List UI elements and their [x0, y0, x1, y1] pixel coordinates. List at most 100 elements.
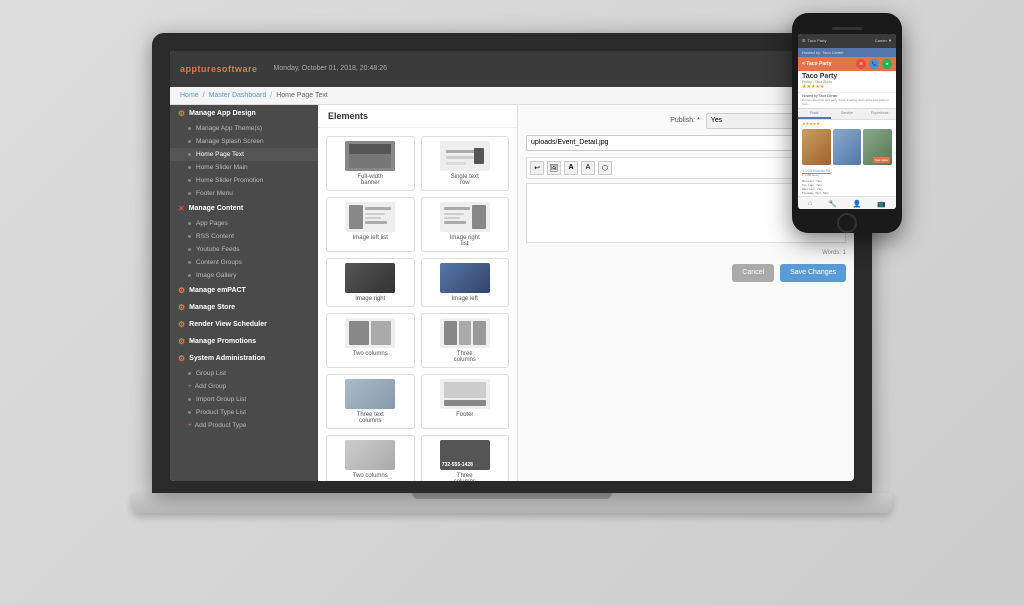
laptop-screen-bezel: appturesoftware Monday, October 01, 2018…: [152, 33, 872, 493]
breadcrumb: Home / Master Dashboard / Home Page Text: [170, 87, 854, 105]
phone-distance: 1.7456 away: [802, 173, 892, 177]
element-imgleft-icon: [440, 263, 490, 293]
sidebar-item-image-gallery[interactable]: Image Gallery: [170, 269, 318, 282]
element-threecol[interactable]: Threecolumns: [421, 313, 510, 368]
sidebar-item-product-type[interactable]: Product Type List: [170, 406, 318, 419]
element-threetextcol[interactable]: Three textcolumns: [326, 374, 415, 429]
element-singletext[interactable]: Single textrow: [421, 136, 510, 191]
sidebar-item-app-pages[interactable]: App Pages: [170, 217, 318, 230]
toolbar-link[interactable]: ⬡: [598, 161, 612, 175]
phone-tab-service[interactable]: Service: [831, 109, 864, 119]
content-area: Elements: [318, 105, 854, 481]
element-fullwidth[interactable]: Full-widthbanner: [326, 136, 415, 191]
element-footer[interactable]: Footer: [421, 374, 510, 429]
main-content: Elements: [318, 105, 854, 481]
sidebar-item-add-group[interactable]: + Add Group: [170, 380, 318, 393]
phone-img-experience: See more: [863, 129, 892, 165]
sidebar-section-promotions[interactable]: ⚙ Manage Promotions: [170, 333, 318, 350]
element-footer-label: Footer: [456, 412, 473, 418]
sidebar-section-store[interactable]: ⚙ Manage Store: [170, 299, 318, 316]
element-twocol2[interactable]: Two columns: [326, 435, 415, 481]
sidebar-item-footer-menu[interactable]: Footer Menu: [170, 187, 318, 200]
phone-nav-person[interactable]: 👤: [853, 200, 862, 208]
phone-back-bar[interactable]: < Taco Party ✉ 📞 ★: [798, 57, 896, 71]
sidebar-item-youtube[interactable]: Youtube Feeds: [170, 243, 318, 256]
toolbar-bold[interactable]: A: [564, 161, 578, 175]
sidebar-item-homepage[interactable]: Home Page Text: [170, 148, 318, 161]
phone-tabs: Food Service Experience: [798, 108, 896, 120]
phone-event-section: Taco Party Friday - Taco Spots ★★★★★: [798, 71, 896, 92]
phone-nav-wrench[interactable]: 🔧: [828, 200, 837, 208]
element-twocol[interactable]: Two columns: [326, 313, 415, 368]
phone-address-section: 1,234 Burrito St. 1.7456 away: [798, 167, 896, 178]
phone-hours-thu: Thursday: 7am - 8am: [802, 191, 892, 195]
phone-stars: ★★★★★: [802, 84, 892, 90]
elements-panel-title: Elements: [318, 105, 517, 128]
breadcrumb-home[interactable]: Home: [180, 92, 199, 99]
element-imgrightlist-icon: [440, 202, 490, 232]
phone-action-btn2[interactable]: 📞: [869, 59, 879, 69]
phone-description-section: Hosted by Taco Center Content about the …: [798, 92, 896, 108]
sidebar-item-splash[interactable]: Manage Splash Screen: [170, 135, 318, 148]
sidebar-section-promo-label: Manage Promotions: [189, 338, 256, 345]
phone-status-bar: ☰ Taco Party Carrier ▼: [798, 34, 896, 48]
sidebar-item-slider-promo[interactable]: Home Slider Promotion: [170, 174, 318, 187]
phone-title-text: Taco Party: [808, 38, 827, 43]
breadcrumb-dashboard[interactable]: Master Dashboard: [209, 92, 267, 99]
header-datetime: Monday, October 01, 2018, 20:48:26: [274, 65, 388, 72]
phone-hosted-label: Hosted by: Taco Center: [802, 50, 892, 55]
phone-tab-food[interactable]: Food: [798, 109, 831, 119]
element-imgrightlist-label: Image rightlist: [450, 235, 480, 247]
element-threecol2[interactable]: 732-555-1428 Threecolumns: [421, 435, 510, 481]
phone-nav-tv[interactable]: 📺: [877, 200, 886, 208]
element-footer-icon: [440, 379, 490, 409]
element-imgright-icon: [345, 263, 395, 293]
element-imgleft[interactable]: Image left: [421, 258, 510, 307]
sidebar-item-add-product[interactable]: + Add Product Type: [170, 419, 318, 432]
phone-action-btn3[interactable]: ★: [882, 59, 892, 69]
phone-action-btn1[interactable]: ✉: [856, 59, 866, 69]
phone-bezel: ☰ Taco Party Carrier ▼ Hosted by: Taco C…: [792, 13, 902, 233]
sidebar-item-group-list[interactable]: Group List: [170, 367, 318, 380]
phone-bottom-nav: ⌂ 🔧 👤 📺: [798, 196, 896, 208]
logo-text: appturesoftware: [180, 64, 258, 74]
sidebar-section-scheduler[interactable]: ⚙ Render View Scheduler: [170, 316, 318, 333]
cancel-button[interactable]: Cancel: [732, 264, 774, 282]
phone-rating-stars: ★★★★★: [802, 121, 820, 126]
toolbar-text[interactable]: A: [581, 161, 595, 175]
phone-tab-experience[interactable]: Experience: [863, 109, 896, 119]
phone-hours-section: Mon Lam - 7am Tue: Lam - 7am Wed: Lam - …: [798, 178, 896, 197]
sidebar-section-store-label: Manage Store: [189, 304, 235, 311]
element-imgrightlist[interactable]: Image rightlist: [421, 197, 510, 252]
sidebar-section-admin-label: System Administration: [189, 355, 265, 362]
element-singletext-label: Single textrow: [451, 174, 479, 186]
laptop: appturesoftware Monday, October 01, 2018…: [102, 33, 922, 573]
phone-home-button[interactable]: [837, 213, 857, 233]
sidebar-section-content[interactable]: ✕ Manage Content: [170, 200, 318, 217]
see-more-button[interactable]: See more: [873, 157, 890, 163]
sidebar-item-theme[interactable]: Manage App Theme(s): [170, 122, 318, 135]
save-button[interactable]: Save Changes: [780, 264, 846, 282]
element-imgleftlist[interactable]: Image left list: [326, 197, 415, 252]
sidebar-item-content-groups[interactable]: Content Groups: [170, 256, 318, 269]
sidebar-item-rss[interactable]: RSS Content: [170, 230, 318, 243]
file-input[interactable]: [526, 135, 828, 151]
phone-overlay: ☰ Taco Party Carrier ▼ Hosted by: Taco C…: [792, 13, 912, 253]
sidebar-item-import-group[interactable]: Import Group List: [170, 393, 318, 406]
element-imgright[interactable]: Image right: [326, 258, 415, 307]
sidebar-item-slider-main[interactable]: Home Slider Main: [170, 161, 318, 174]
phone-img-food: [802, 129, 831, 165]
element-imgright-label: Image right: [355, 296, 385, 302]
phone-hosted-by2-text: Hosted by Taco Center: [802, 94, 838, 98]
phone-nav-home[interactable]: ⌂: [808, 200, 812, 207]
sidebar-section-empact[interactable]: ⚙ Manage emPACT: [170, 282, 318, 299]
breadcrumb-sep2: /: [270, 92, 272, 99]
toolbar-undo[interactable]: ↩: [530, 161, 544, 175]
element-threecol2-label: Threecolumns: [454, 473, 476, 481]
sidebar-section-design[interactable]: ⚙ Manage App Design: [170, 105, 318, 122]
sidebar-section-admin[interactable]: ⚙ System Administration: [170, 350, 318, 367]
toolbar-image[interactable]: 🖼: [547, 161, 561, 175]
publish-label-text: Publish:: [670, 117, 695, 124]
elements-panel: Elements: [318, 105, 518, 481]
app-logo: appturesoftware: [180, 64, 258, 74]
